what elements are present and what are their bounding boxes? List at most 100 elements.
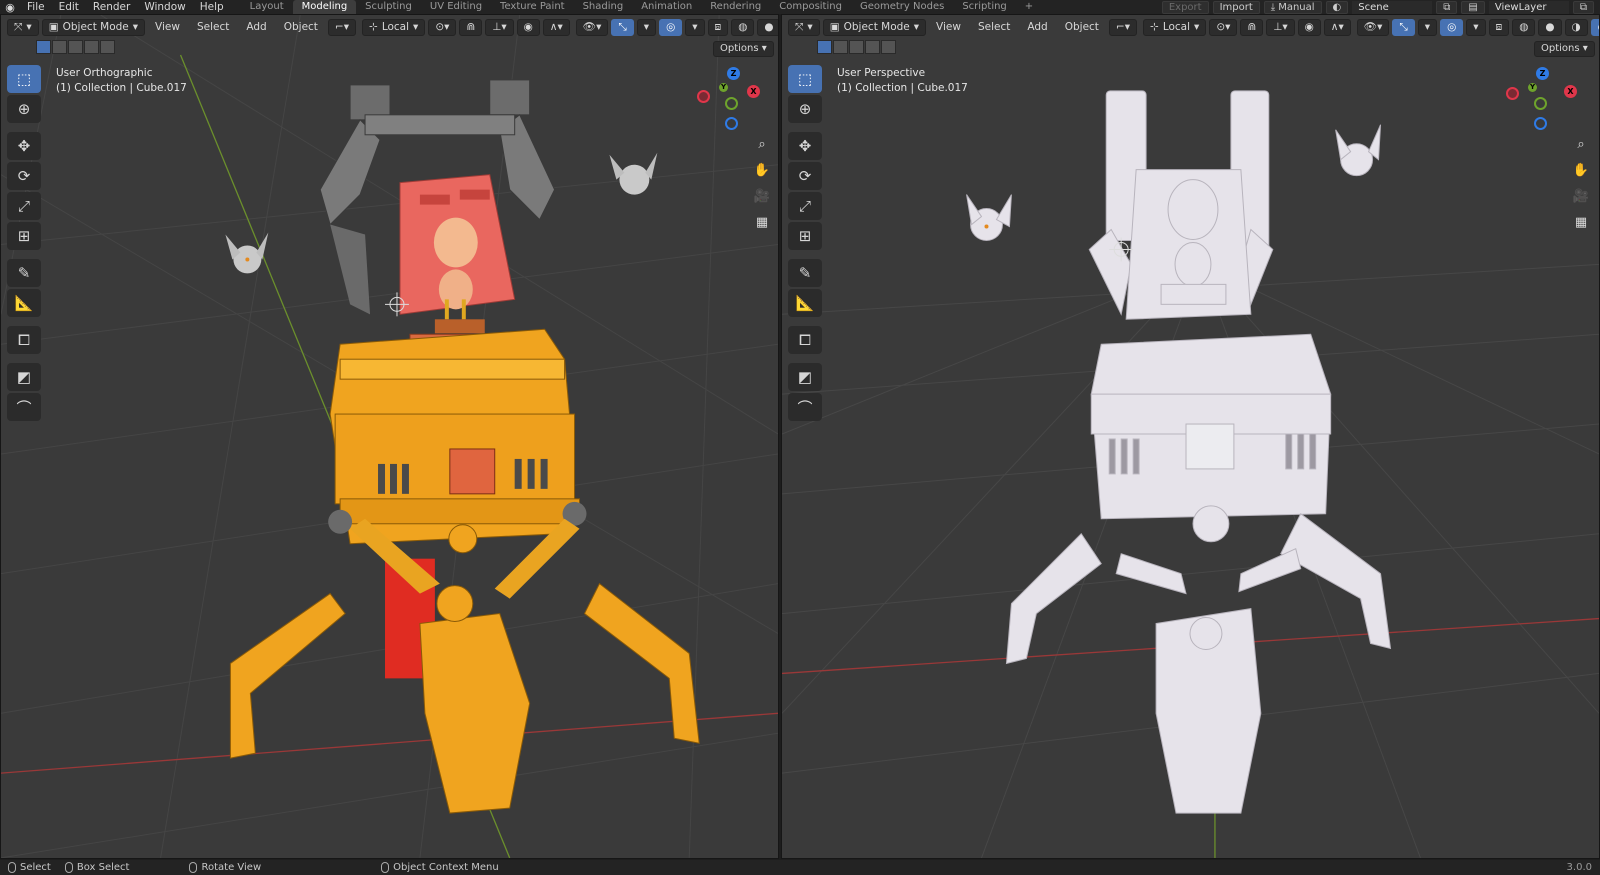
zoom-icon[interactable]: ⌕ xyxy=(751,133,773,155)
measure-tool-icon[interactable]: 📐 xyxy=(788,289,822,317)
visibility-icon[interactable]: 👁▾ xyxy=(575,18,609,36)
select-extend-icon[interactable] xyxy=(833,40,848,54)
import-button[interactable]: Import xyxy=(1212,0,1260,14)
editor-type-button[interactable]: ⤧ ▾ xyxy=(788,18,820,36)
tab-modeling[interactable]: Modeling xyxy=(292,0,357,14)
proportional-edit-icon[interactable]: ◉ xyxy=(1297,18,1321,36)
gizmo-neg-x[interactable] xyxy=(1506,87,1519,100)
scale-tool-icon[interactable]: ⤢ xyxy=(788,192,822,220)
gizmo-neg-z[interactable] xyxy=(725,117,738,130)
xray-toggle-icon[interactable]: ⧈ xyxy=(707,18,729,36)
tab-layout[interactable]: Layout xyxy=(241,0,293,14)
zoom-icon[interactable]: ⌕ xyxy=(1570,133,1592,155)
shear-tool-icon[interactable]: ◩ xyxy=(788,363,822,391)
falloff-icon[interactable]: ∧▾ xyxy=(1323,18,1351,36)
gizmo-toggle-icon[interactable]: ⤡ xyxy=(1392,18,1415,36)
scene-field[interactable]: Scene xyxy=(1352,0,1433,14)
orientation-icon[interactable]: ⌐▾ xyxy=(1108,18,1137,36)
snap-icon[interactable]: ⋒ xyxy=(459,18,483,36)
viewport-left[interactable]: ⤧ ▾ ▣ Object Mode ▾ View Select Add Object … xyxy=(0,14,779,859)
select-subtract-icon[interactable] xyxy=(849,40,864,54)
cursor-tool-icon[interactable]: ⊕ xyxy=(7,95,41,123)
gizmo-z-axis[interactable]: Z xyxy=(1536,67,1549,80)
gizmo-y-axis[interactable]: Y xyxy=(719,83,728,92)
pivot-point-icon[interactable]: ⊙▾ xyxy=(1209,18,1238,36)
manual-button[interactable]: ⤓ Manual xyxy=(1263,0,1322,14)
snap-icon[interactable]: ⋒ xyxy=(1240,18,1264,36)
proportional-edit-icon[interactable]: ◉ xyxy=(516,18,540,36)
select-new-icon[interactable] xyxy=(817,40,832,54)
view-layer-icon[interactable]: ▤ xyxy=(1461,0,1485,14)
add-cube-tool-icon[interactable]: ⧠ xyxy=(7,326,41,354)
tab-shading[interactable]: Shading xyxy=(574,0,633,14)
scale-tool-icon[interactable]: ⤢ xyxy=(7,192,41,220)
menu-render[interactable]: Render xyxy=(86,0,137,14)
menu-edit[interactable]: Edit xyxy=(52,0,86,14)
select-box-tool-icon[interactable]: ⬚ xyxy=(7,65,41,93)
select-invert-icon[interactable] xyxy=(865,40,880,54)
annotate-tool-icon[interactable]: ✎ xyxy=(788,259,822,287)
rotate-tool-icon[interactable]: ⟳ xyxy=(788,162,822,190)
view-layer-field[interactable]: ViewLayer xyxy=(1488,0,1569,14)
mode-select[interactable]: ▣ Object Mode ▾ xyxy=(822,18,927,36)
editor-type-button[interactable]: ⤧ ▾ xyxy=(7,18,39,36)
menu-help[interactable]: Help xyxy=(193,0,231,14)
menu-file[interactable]: File xyxy=(20,0,52,14)
annotate-tool-icon[interactable]: ✎ xyxy=(7,259,41,287)
menu-select[interactable]: Select xyxy=(971,19,1017,36)
material-shading-icon[interactable]: ◑ xyxy=(1564,18,1588,36)
menu-object[interactable]: Object xyxy=(277,19,325,36)
ortho-grid-icon[interactable]: ▦ xyxy=(751,211,773,233)
snap-target-icon[interactable]: ⊥▾ xyxy=(485,18,514,36)
overlay-toggle-icon[interactable]: ◎ xyxy=(659,18,683,36)
overlay-dropdown-icon[interactable]: ▾ xyxy=(1466,18,1486,36)
tab-sculpting[interactable]: Sculpting xyxy=(356,0,421,14)
transform-orientation-select[interactable]: ⊹ Local ▾ xyxy=(1143,18,1207,36)
gizmo-neg-y[interactable] xyxy=(1534,97,1547,110)
gizmo-z-axis[interactable]: Z xyxy=(727,67,740,80)
bend-tool-icon[interactable]: ⌒ xyxy=(788,393,822,421)
tab-geometry-nodes[interactable]: Geometry Nodes xyxy=(851,0,953,14)
tab-uv-editing[interactable]: UV Editing xyxy=(421,0,491,14)
select-box-tool-icon[interactable]: ⬚ xyxy=(788,65,822,93)
gizmo-dropdown-icon[interactable]: ▾ xyxy=(636,18,657,36)
overlay-dropdown-icon[interactable]: ▾ xyxy=(685,18,705,36)
transform-orientation-select[interactable]: ⊹ Local ▾ xyxy=(362,18,426,36)
falloff-icon[interactable]: ∧▾ xyxy=(542,18,570,36)
menu-add[interactable]: Add xyxy=(239,19,273,36)
menu-view[interactable]: View xyxy=(929,19,968,36)
wireframe-shading-icon[interactable]: ◍ xyxy=(731,18,755,36)
menu-add[interactable]: Add xyxy=(1020,19,1054,36)
menu-object[interactable]: Object xyxy=(1058,19,1106,36)
options-dropdown[interactable]: Options ▾ xyxy=(1534,41,1595,57)
viewport-scene-left[interactable] xyxy=(1,15,778,858)
blender-logo-icon[interactable]: ◉ xyxy=(0,0,20,14)
bend-tool-icon[interactable]: ⌒ xyxy=(7,393,41,421)
gizmo-toggle-icon[interactable]: ⤡ xyxy=(611,18,634,36)
perspective-grid-icon[interactable]: ▦ xyxy=(1570,211,1592,233)
camera-view-icon[interactable]: 🎥 xyxy=(1570,185,1592,207)
menu-view[interactable]: View xyxy=(148,19,187,36)
scene-selector-icon[interactable]: ◐ xyxy=(1325,0,1349,14)
add-workspace-button[interactable]: + xyxy=(1016,0,1042,14)
select-intersect-icon[interactable] xyxy=(100,40,115,54)
pan-hand-icon[interactable]: ✋ xyxy=(751,159,773,181)
new-view-layer-icon[interactable]: ⧉ xyxy=(1572,0,1594,14)
pivot-point-icon[interactable]: ⊙▾ xyxy=(428,18,457,36)
viewport-right[interactable]: ⤧ ▾ ▣ Object Mode ▾ View Select Add Object … xyxy=(781,14,1600,859)
new-scene-icon[interactable]: ⧉ xyxy=(1436,0,1458,14)
rotate-tool-icon[interactable]: ⟳ xyxy=(7,162,41,190)
snap-target-icon[interactable]: ⊥▾ xyxy=(1266,18,1295,36)
select-intersect-icon[interactable] xyxy=(881,40,896,54)
add-cube-tool-icon[interactable]: ⧠ xyxy=(788,326,822,354)
gizmo-x-axis[interactable]: X xyxy=(747,85,760,98)
gizmo-neg-z[interactable] xyxy=(1534,117,1547,130)
camera-view-icon[interactable]: 🎥 xyxy=(751,185,773,207)
rendered-shading-icon[interactable]: ◐ xyxy=(1590,18,1599,36)
orientation-icon[interactable]: ⌐▾ xyxy=(327,18,356,36)
tab-compositing[interactable]: Compositing xyxy=(770,0,851,14)
move-tool-icon[interactable]: ✥ xyxy=(7,132,41,160)
select-extend-icon[interactable] xyxy=(52,40,67,54)
mode-select[interactable]: ▣ Object Mode ▾ xyxy=(41,18,146,36)
gizmo-neg-y[interactable] xyxy=(725,97,738,110)
